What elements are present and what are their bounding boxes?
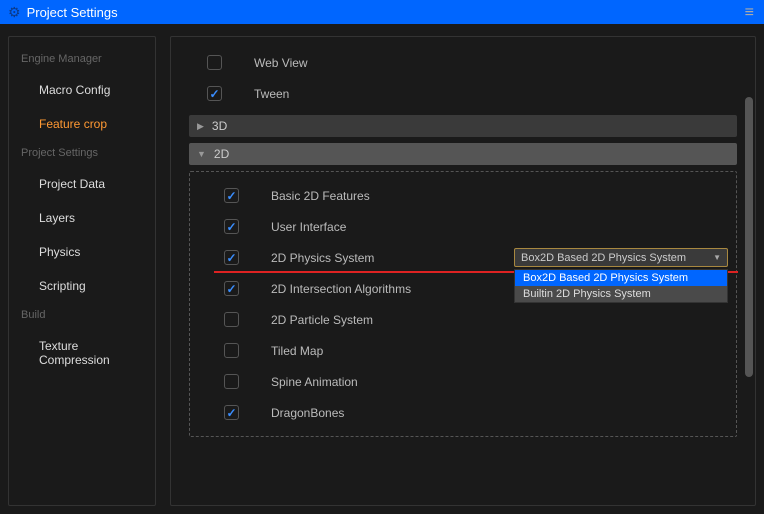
- dropdown-selected-text: Box2D Based 2D Physics System: [521, 252, 686, 264]
- sidebar-item-scripting[interactable]: Scripting: [9, 269, 155, 303]
- chevron-right-icon: ▶: [197, 121, 204, 132]
- feature-row-tween: Tween: [189, 78, 737, 109]
- feature-row-webview: Web View: [189, 47, 737, 78]
- feature-row-physics2d: 2D Physics System Box2D Based 2D Physics…: [198, 242, 728, 273]
- sidebar-item-texture-compression[interactable]: Texture Compression: [9, 329, 155, 377]
- sidebar: Engine Manager Macro Config Feature crop…: [8, 36, 156, 506]
- sidebar-item-feature-crop[interactable]: Feature crop: [9, 107, 155, 141]
- group-header-2d[interactable]: ▼ 2D: [189, 143, 737, 165]
- feature-row-basic2d: Basic 2D Features: [198, 180, 728, 211]
- section-header-build: Build: [9, 303, 155, 329]
- sidebar-item-project-data[interactable]: Project Data: [9, 167, 155, 201]
- feature-row-dragonbones: DragonBones: [198, 397, 728, 428]
- menu-icon[interactable]: ≡: [745, 4, 754, 22]
- sidebar-item-layers[interactable]: Layers: [9, 201, 155, 235]
- sidebar-item-physics[interactable]: Physics: [9, 235, 155, 269]
- sidebar-item-macro-config[interactable]: Macro Config: [9, 73, 155, 107]
- checkbox-webview[interactable]: [207, 55, 222, 70]
- feature-label: 2D Physics System: [271, 251, 374, 265]
- feature-row-ui: User Interface: [198, 211, 728, 242]
- feature-label: DragonBones: [271, 406, 344, 420]
- dropdown-option-builtin[interactable]: Builtin 2D Physics System: [515, 286, 727, 302]
- checkbox-spine[interactable]: [224, 374, 239, 389]
- checkbox-particle[interactable]: [224, 312, 239, 327]
- checkbox-tween[interactable]: [207, 86, 222, 101]
- feature-row-spine: Spine Animation: [198, 366, 728, 397]
- group-title: 3D: [212, 119, 227, 133]
- checkbox-tiledmap[interactable]: [224, 343, 239, 358]
- header-title: Project Settings: [27, 5, 118, 20]
- content-panel: Web View Tween ▶ 3D ▼ 2D Basic 2D Featur…: [170, 36, 756, 506]
- group-body-2d: Basic 2D Features User Interface 2D Phys…: [189, 171, 737, 437]
- feature-label: 2D Particle System: [271, 313, 373, 327]
- checkbox-dragonbones[interactable]: [224, 405, 239, 420]
- checkbox-basic2d[interactable]: [224, 188, 239, 203]
- group-header-3d[interactable]: ▶ 3D: [189, 115, 737, 137]
- section-header-project: Project Settings: [9, 141, 155, 167]
- feature-label: Tiled Map: [271, 344, 323, 358]
- feature-row-particle: 2D Particle System: [198, 304, 728, 335]
- group-title: 2D: [214, 147, 229, 161]
- chevron-down-icon: ▼: [197, 149, 206, 159]
- section-header-engine: Engine Manager: [9, 47, 155, 73]
- feature-label: Spine Animation: [271, 375, 358, 389]
- checkbox-ui[interactable]: [224, 219, 239, 234]
- dropdown-option-box2d[interactable]: Box2D Based 2D Physics System: [515, 270, 727, 286]
- physics-engine-dropdown[interactable]: Box2D Based 2D Physics System ▼: [514, 248, 728, 267]
- feature-label: User Interface: [271, 220, 346, 234]
- gear-icon: ⚙: [8, 4, 21, 21]
- checkbox-intersection[interactable]: [224, 281, 239, 296]
- feature-label: 2D Intersection Algorithms: [271, 282, 411, 296]
- feature-row-tiledmap: Tiled Map: [198, 335, 728, 366]
- checkbox-physics2d[interactable]: [224, 250, 239, 265]
- feature-label: Basic 2D Features: [271, 189, 370, 203]
- feature-label: Web View: [254, 56, 308, 70]
- feature-label: Tween: [254, 87, 289, 101]
- chevron-down-icon: ▼: [713, 253, 721, 262]
- header-bar: ⚙ Project Settings: [0, 0, 764, 24]
- scrollbar[interactable]: [745, 97, 753, 377]
- physics-dropdown-menu: Box2D Based 2D Physics System Builtin 2D…: [514, 269, 728, 303]
